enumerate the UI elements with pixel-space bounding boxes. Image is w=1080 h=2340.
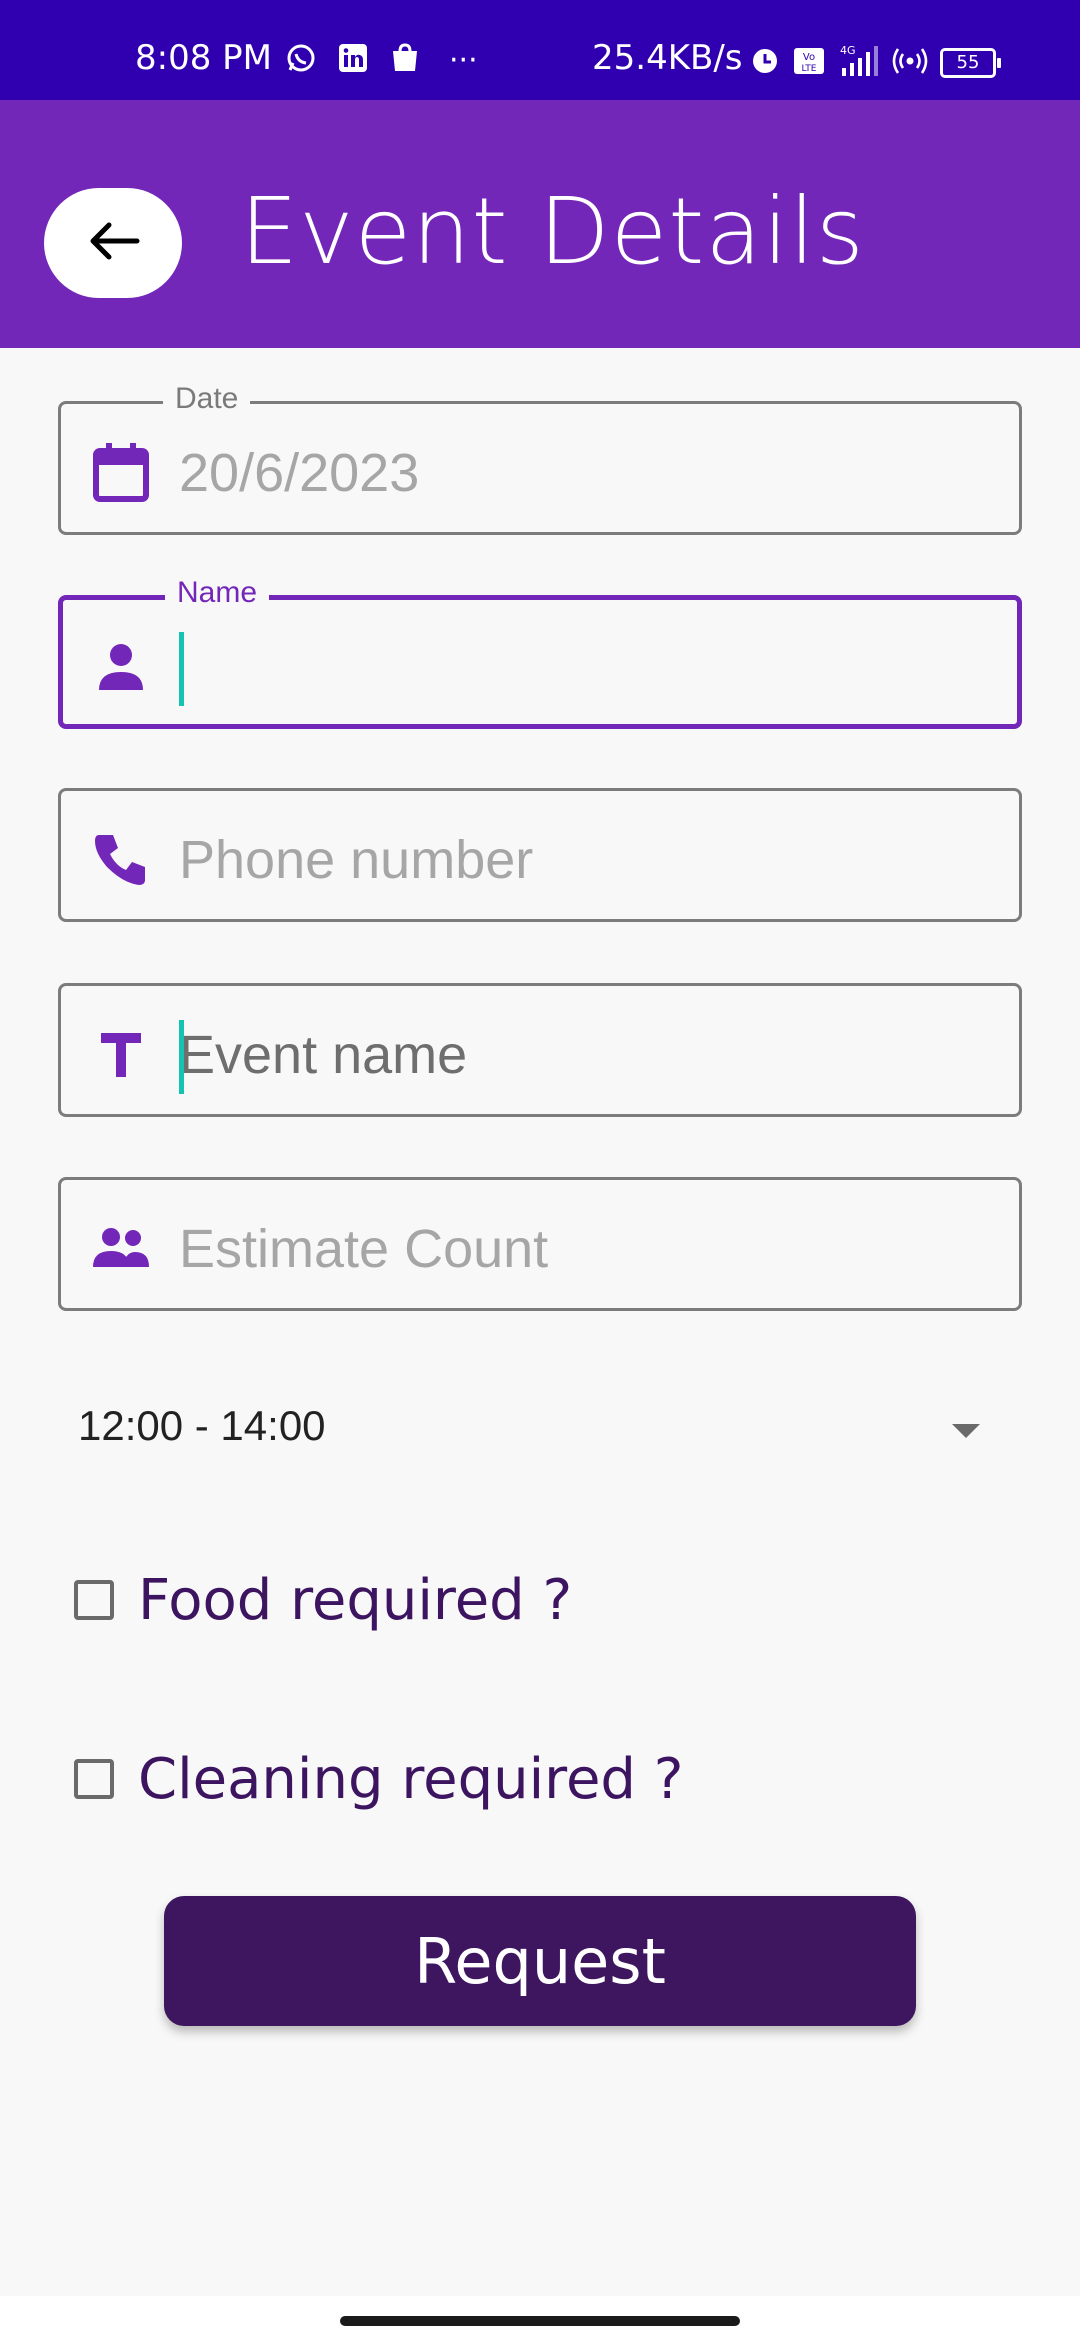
cleaning-required-label: Cleaning required ? bbox=[138, 1746, 684, 1812]
notification-icons: ··· bbox=[285, 42, 478, 78]
text-cursor bbox=[179, 1020, 184, 1094]
cleaning-required-row[interactable]: Cleaning required ? bbox=[74, 1739, 683, 1819]
net-speed: 25.4KB/s bbox=[592, 38, 743, 78]
time-slot-value: 12:00 - 14:00 bbox=[78, 1402, 326, 1449]
estimate-placeholder: Estimate Count bbox=[179, 1219, 549, 1279]
back-button[interactable] bbox=[44, 188, 182, 298]
app-bar: Event Details bbox=[0, 100, 1080, 348]
system-icons: Vo LTE 4G 55 bbox=[750, 44, 1001, 82]
shopping-bag-icon bbox=[389, 42, 421, 78]
page-title: Event Details bbox=[240, 178, 865, 285]
event-name-field[interactable]: Event name bbox=[58, 983, 1022, 1117]
text-cursor bbox=[179, 632, 184, 706]
name-field[interactable]: Name bbox=[58, 576, 1022, 729]
more-notifications-icon: ··· bbox=[449, 42, 478, 78]
caret-down-icon bbox=[952, 1424, 980, 1438]
whatsapp-icon bbox=[285, 42, 317, 78]
linkedin-icon bbox=[337, 42, 369, 78]
estimate-count-field[interactable]: Estimate Count bbox=[58, 1177, 1022, 1311]
time-slot-dropdown[interactable]: 12:00 - 14:00 bbox=[58, 1380, 1022, 1480]
food-required-checkbox[interactable] bbox=[74, 1580, 114, 1620]
food-required-row[interactable]: Food required ? bbox=[74, 1560, 572, 1640]
volte-icon: Vo LTE bbox=[792, 46, 826, 80]
svg-text:LTE: LTE bbox=[802, 64, 817, 74]
request-button[interactable]: Request bbox=[164, 1896, 916, 2026]
text-t-icon bbox=[91, 1024, 151, 1084]
date-value: 20/6/2023 bbox=[179, 443, 420, 503]
phone-icon bbox=[91, 829, 151, 889]
phone-field[interactable]: Phone number bbox=[58, 788, 1022, 922]
alarm-icon bbox=[750, 46, 780, 80]
home-indicator[interactable] bbox=[340, 2316, 740, 2326]
battery-icon: 55 bbox=[940, 48, 1001, 78]
date-label: Date bbox=[163, 382, 251, 416]
cleaning-required-checkbox[interactable] bbox=[74, 1759, 114, 1799]
status-bar: 8:08 PM ··· 25.4KB/s Vo LTE 4G 55 bbox=[0, 0, 1080, 100]
name-label: Name bbox=[165, 576, 270, 610]
status-time: 8:08 PM bbox=[135, 38, 272, 78]
hotspot-icon bbox=[892, 46, 928, 80]
date-field[interactable]: Date 20/6/2023 bbox=[58, 382, 1022, 535]
svg-text:Vo: Vo bbox=[803, 52, 815, 63]
svg-text:4G: 4G bbox=[840, 44, 856, 57]
event-name-placeholder: Event name bbox=[179, 1025, 468, 1085]
signal-4g-icon: 4G bbox=[838, 44, 880, 82]
phone-placeholder: Phone number bbox=[179, 830, 534, 890]
person-icon bbox=[91, 636, 151, 696]
food-required-label: Food required ? bbox=[138, 1567, 573, 1633]
people-icon bbox=[91, 1218, 151, 1278]
calendar-icon bbox=[91, 442, 151, 502]
arrow-left-icon bbox=[85, 221, 141, 266]
